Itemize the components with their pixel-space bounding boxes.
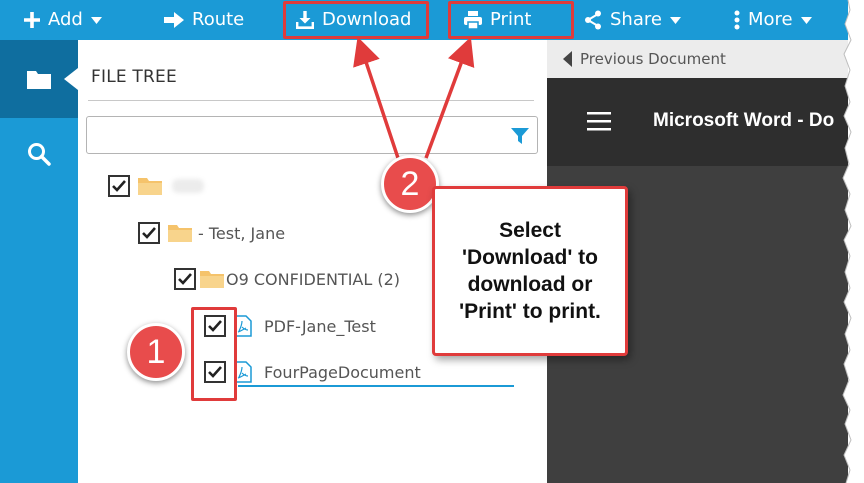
chevron-down-icon — [90, 16, 102, 24]
share-label: Share — [610, 9, 662, 30]
folder-icon — [27, 71, 51, 89]
checkmark-icon — [178, 273, 192, 285]
checkmark-icon — [112, 180, 126, 192]
chevron-down-icon — [669, 16, 681, 24]
checkbox[interactable] — [108, 175, 130, 197]
tree-node-label: PDF-Jane_Test — [264, 316, 376, 336]
step-2-marker: 2 — [381, 155, 439, 213]
active-panel-pointer — [64, 68, 78, 90]
more-button[interactable]: More — [734, 0, 812, 40]
folder-icon — [200, 271, 224, 288]
vertical-dots-icon — [734, 10, 740, 30]
folder-icon — [138, 178, 162, 195]
hamburger-menu-icon[interactable] — [587, 111, 611, 131]
add-button[interactable]: Add — [24, 0, 102, 40]
chevron-down-icon — [800, 16, 812, 24]
divider — [88, 100, 534, 101]
folder-icon — [168, 225, 192, 242]
viewer-nav-bar: Previous Document — [547, 40, 848, 78]
route-arrow-icon — [164, 12, 184, 28]
add-label: Add — [48, 9, 83, 30]
route-button[interactable]: Route — [164, 0, 244, 40]
plus-icon — [24, 12, 40, 28]
previous-document-link[interactable]: Previous Document — [563, 40, 726, 78]
route-label: Route — [192, 9, 245, 30]
tree-node-test-jane[interactable]: - Test, Jane — [138, 220, 285, 246]
download-highlight-box — [283, 1, 429, 39]
more-label: More — [748, 9, 793, 30]
checkbox[interactable] — [138, 222, 160, 244]
tree-node-label: - Test, Jane — [198, 223, 286, 243]
redacted-text — [172, 179, 204, 193]
file-tree-search — [86, 116, 538, 154]
file-tree-search-input[interactable] — [93, 123, 493, 147]
torn-edge — [842, 0, 864, 483]
file-tree-title: FILE TREE — [91, 67, 177, 87]
viewer-header: Microsoft Word - Do — [547, 78, 848, 166]
search-icon — [28, 143, 51, 166]
print-highlight-box — [448, 1, 574, 39]
share-button[interactable]: Share — [584, 0, 681, 40]
step-1-marker: 1 — [127, 323, 185, 381]
left-rail — [0, 40, 78, 483]
tree-node-label: O9 CONFIDENTIAL (2) — [226, 269, 401, 289]
callout-text: Select 'Download' to download or 'Print'… — [459, 219, 601, 323]
previous-document-label: Previous Document — [580, 50, 726, 68]
viewer-document-title: Microsoft Word - Do — [653, 110, 835, 131]
selected-item-underline — [238, 385, 514, 387]
checkmark-icon — [142, 227, 156, 239]
tree-node-confidential[interactable]: O9 CONFIDENTIAL (2) — [174, 266, 400, 292]
checkbox[interactable] — [174, 268, 196, 290]
rail-search-button[interactable] — [0, 134, 78, 174]
checkbox-highlight-box — [191, 307, 237, 401]
instruction-callout: Select 'Download' to download or 'Print'… — [432, 186, 628, 356]
tree-node-label: FourPageDocument — [264, 362, 421, 382]
tree-node-root[interactable] — [108, 173, 204, 199]
filter-icon[interactable] — [511, 127, 529, 145]
chevron-left-icon — [563, 51, 572, 67]
share-icon — [585, 10, 601, 30]
